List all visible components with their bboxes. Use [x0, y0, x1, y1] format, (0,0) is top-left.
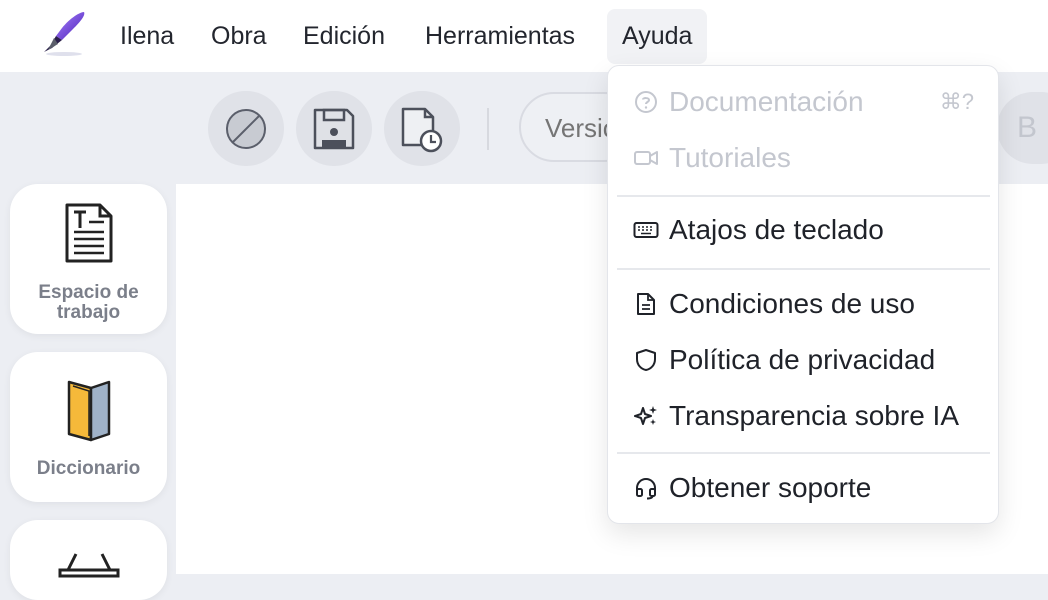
- b-button[interactable]: B: [997, 92, 1048, 164]
- help-menu-dropdown: Documentación ⌘? Tutoriales Atajos de te…: [607, 65, 999, 524]
- menu-item-ai-transparency[interactable]: Transparencia sobre IA: [608, 392, 998, 440]
- menu-ilena[interactable]: Ilena: [105, 9, 189, 64]
- shortcut-hint: ⌘?: [939, 89, 974, 114]
- menu-separator: [617, 268, 990, 270]
- menu-item-label: Tutoriales: [669, 142, 791, 173]
- sparkles-icon: [633, 403, 659, 429]
- menu-item-documentation[interactable]: Documentación ⌘?: [608, 78, 998, 126]
- menu-ayuda[interactable]: Ayuda: [607, 9, 708, 64]
- sidebar-item-dictionary[interactable]: Diccionario: [10, 352, 167, 502]
- menu-herramientas[interactable]: Herramientas: [410, 9, 590, 64]
- document-icon: [633, 291, 659, 317]
- menu-item-privacy[interactable]: Política de privacidad: [608, 336, 998, 384]
- save-button[interactable]: [296, 91, 372, 166]
- menu-item-label: Condiciones de uso: [669, 288, 915, 319]
- shield-icon: [633, 347, 659, 373]
- keyboard-icon: [633, 217, 659, 243]
- menu-item-label: Transparencia sobre IA: [669, 400, 959, 431]
- question-circle-icon: [633, 89, 659, 115]
- sidebar-item-basket[interactable]: [10, 520, 167, 600]
- menu-separator: [617, 452, 990, 454]
- menu-item-label: Obtener soporte: [669, 472, 872, 503]
- menu-edicion[interactable]: Edición: [288, 9, 400, 64]
- menu-item-support[interactable]: Obtener soporte: [608, 464, 998, 512]
- quill-pen-logo-icon[interactable]: [40, 10, 90, 56]
- document-text-icon: [65, 203, 112, 263]
- menu-bar: Ilena Obra Edición Herramientas Ayuda: [0, 0, 1048, 72]
- sidebar-item-label: Diccionario: [36, 458, 141, 479]
- menu-item-tutorials[interactable]: Tutoriales: [608, 134, 998, 182]
- headset-icon: [633, 475, 659, 501]
- menu-item-label: Atajos de teclado: [669, 214, 884, 245]
- document-clock-icon: [401, 107, 443, 152]
- menu-separator: [617, 195, 990, 197]
- video-camera-icon: [633, 145, 659, 171]
- book-icon: [67, 380, 110, 442]
- disable-button[interactable]: [208, 91, 284, 166]
- menu-item-label: Documentación: [669, 86, 864, 117]
- sidebar-item-label: Espacio de trabajo: [38, 282, 139, 323]
- toolbar-divider: [487, 108, 489, 150]
- version-history-button[interactable]: [384, 91, 460, 166]
- basket-icon: [58, 553, 119, 578]
- prohibited-icon: [226, 108, 266, 149]
- menu-item-terms[interactable]: Condiciones de uso: [608, 280, 998, 328]
- menu-item-label: Política de privacidad: [669, 344, 936, 375]
- menu-item-keyboard-shortcuts[interactable]: Atajos de teclado: [608, 206, 998, 254]
- floppy-disk-icon: [313, 108, 355, 149]
- menu-obra[interactable]: Obra: [196, 9, 282, 64]
- sidebar-item-workspace[interactable]: Espacio de trabajo: [10, 184, 167, 334]
